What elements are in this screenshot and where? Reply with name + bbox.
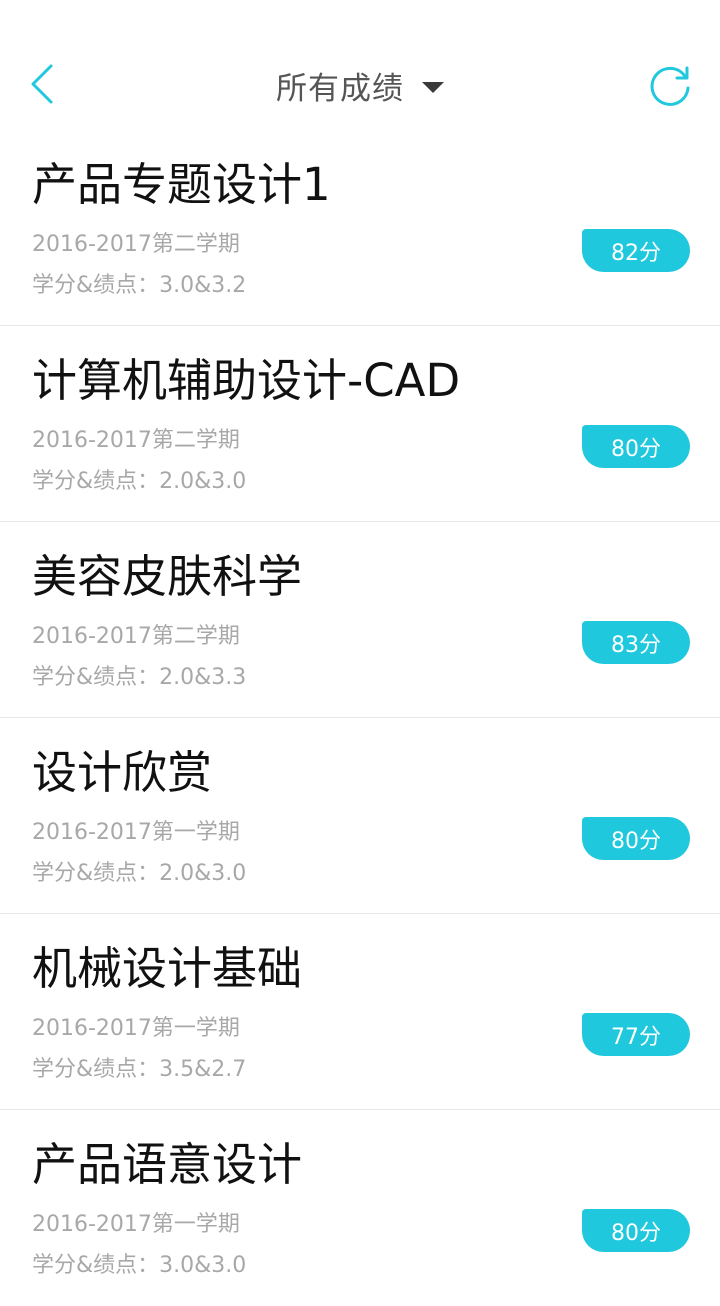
course-credit: 学分&绩点：3.0&3.0: [32, 1253, 247, 1278]
list-item[interactable]: 设计欣赏 2016-2017第一学期 学分&绩点：2.0&3.0 80分: [0, 718, 720, 914]
course-term: 2016-2017第一学期: [32, 1212, 240, 1237]
list-item[interactable]: 机械设计基础 2016-2017第一学期 学分&绩点：3.5&2.7 77分: [0, 914, 720, 1110]
score-badge: 82分: [582, 229, 690, 272]
course-term: 2016-2017第一学期: [32, 820, 240, 845]
course-name: 设计欣赏: [32, 746, 213, 799]
refresh-icon: [650, 66, 690, 106]
list-item[interactable]: 计算机辅助设计-CAD 2016-2017第二学期 学分&绩点：2.0&3.0 …: [0, 326, 720, 522]
course-credit: 学分&绩点：2.0&3.0: [32, 469, 247, 494]
score-badge: 80分: [582, 817, 690, 860]
course-credit: 学分&绩点：3.5&2.7: [32, 1057, 247, 1082]
score-badge: 80分: [582, 1209, 690, 1252]
course-term: 2016-2017第二学期: [32, 428, 240, 453]
course-name: 机械设计基础: [32, 942, 303, 995]
course-name: 计算机辅助设计-CAD: [32, 354, 461, 407]
score-badge: 80分: [582, 425, 690, 468]
refresh-button[interactable]: [646, 62, 694, 110]
score-badge: 77分: [582, 1013, 690, 1056]
filter-dropdown[interactable]: 所有成绩: [0, 60, 720, 110]
course-name: 产品语意设计: [32, 1138, 303, 1191]
course-credit: 学分&绩点：3.0&3.2: [32, 273, 247, 298]
score-badge: 83分: [582, 621, 690, 664]
course-name: 产品专题设计1: [32, 158, 331, 211]
top-bar: 所有成绩: [0, 0, 720, 140]
list-item[interactable]: 产品专题设计1 2016-2017第二学期 学分&绩点：3.0&3.2 82分: [0, 130, 720, 326]
course-credit: 学分&绩点：2.0&3.3: [32, 665, 247, 690]
list-item[interactable]: 产品语意设计 2016-2017第一学期 学分&绩点：3.0&3.0 80分: [0, 1110, 720, 1306]
grade-list: 产品专题设计1 2016-2017第二学期 学分&绩点：3.0&3.2 82分 …: [0, 130, 720, 1306]
course-credit: 学分&绩点：2.0&3.0: [32, 861, 247, 886]
course-name: 美容皮肤科学: [32, 550, 303, 603]
caret-down-icon: [422, 81, 444, 93]
list-item[interactable]: 美容皮肤科学 2016-2017第二学期 学分&绩点：2.0&3.3 83分: [0, 522, 720, 718]
course-term: 2016-2017第二学期: [32, 232, 240, 257]
page-title: 所有成绩: [276, 70, 404, 107]
course-term: 2016-2017第一学期: [32, 1016, 240, 1041]
course-term: 2016-2017第二学期: [32, 624, 240, 649]
